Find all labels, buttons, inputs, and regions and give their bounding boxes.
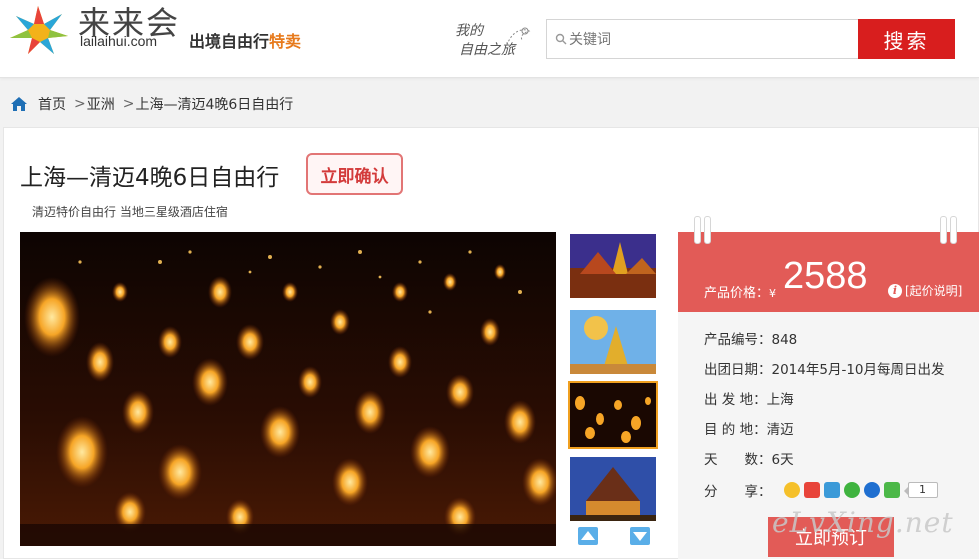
breadcrumb-current: 上海—清迈4晚6日自由行 xyxy=(135,97,294,113)
search-box xyxy=(546,19,859,59)
tagline: 我的 自由之旅 xyxy=(455,22,535,64)
slogan-main: 出境自由行 xyxy=(189,32,270,51)
detail-label: 天 数： xyxy=(704,452,772,468)
thumbnail-down-arrow-icon[interactable] xyxy=(630,527,650,545)
product-subtitle: 清迈特价自由行 当地三星级酒店住宿 xyxy=(32,205,228,219)
detail-value: 上海 xyxy=(766,392,794,408)
price-value: 2588 xyxy=(783,255,868,297)
product-panel: 上海—清迈4晚6日自由行 立即确认 清迈特价自由行 当地三星级酒店住宿 产品价格… xyxy=(3,127,979,559)
detail-departure-dates: 出团日期：2014年5月-10月每周日出发 xyxy=(704,358,945,378)
binder-clip-icon xyxy=(950,216,957,244)
price-explanation-label[interactable]: [起价说明] xyxy=(905,282,962,299)
qzone-icon[interactable] xyxy=(783,482,800,498)
breadcrumb-separator: > xyxy=(122,96,135,112)
detail-label: 产品编号： xyxy=(704,332,772,348)
price-explanation-link[interactable]: i [起价说明] xyxy=(888,282,962,299)
more-share-icon[interactable] xyxy=(883,482,900,498)
detail-value: 848 xyxy=(771,332,798,348)
weibo-icon[interactable] xyxy=(803,482,820,498)
price-label-text: 产品价格： xyxy=(704,286,770,301)
share-count: 1 xyxy=(903,482,938,498)
share-label: 分 享： xyxy=(704,484,772,500)
binder-clip-icon xyxy=(704,216,711,244)
wechat-icon[interactable] xyxy=(843,482,860,498)
thumbnail-1[interactable] xyxy=(568,232,658,300)
breadcrumb: 首页 > 亚洲 > 上海—清迈4晚6日自由行 xyxy=(10,94,293,114)
thumbnail-3-active[interactable] xyxy=(568,381,658,449)
share-row: 分 享： 1 xyxy=(704,480,938,500)
main-product-image[interactable] xyxy=(20,232,556,546)
search-input[interactable] xyxy=(569,28,849,52)
search-button[interactable]: 搜索 xyxy=(858,19,955,59)
share-icons: 1 xyxy=(783,482,938,498)
price-label: 产品价格：¥ xyxy=(704,282,776,301)
detail-destination: 目 的 地：清迈 xyxy=(704,418,794,438)
binder-clip-icon xyxy=(940,216,947,244)
detail-label: 目 的 地： xyxy=(704,422,767,438)
binder-clip-icon xyxy=(694,216,701,244)
home-icon[interactable] xyxy=(10,96,28,112)
search-icon xyxy=(555,33,567,45)
breadcrumb-region[interactable]: 亚洲 xyxy=(87,94,115,114)
logo-domain[interactable]: lailaihui.com xyxy=(80,33,157,49)
slogan-hot: 特卖 xyxy=(269,32,302,51)
detail-value: 2014年5月-10月每周日出发 xyxy=(771,362,945,378)
info-icon: i xyxy=(888,283,902,298)
breadcrumb-separator: > xyxy=(74,96,86,112)
logo-slogan: 出境自由行特卖 xyxy=(189,28,301,52)
logo-star-icon[interactable] xyxy=(6,4,70,56)
tencent-weibo-icon[interactable] xyxy=(823,482,840,498)
breadcrumb-home[interactable]: 首页 xyxy=(38,94,66,114)
detail-label: 出 发 地： xyxy=(704,392,767,408)
detail-days: 天 数：6天 xyxy=(704,448,794,468)
price-currency: ¥ xyxy=(769,287,777,300)
thumbnail-4[interactable] xyxy=(568,455,658,523)
detail-product-id: 产品编号：848 xyxy=(704,328,797,348)
price-box: 产品价格：¥ 2588 i [起价说明] xyxy=(678,216,979,312)
tagline-swirl-icon xyxy=(506,27,531,46)
watermark: eLvXing.net xyxy=(772,506,954,539)
detail-value: 清迈 xyxy=(766,422,794,438)
detail-value: 6天 xyxy=(771,452,794,468)
site-header: 来来会 lailaihui.com 出境自由行特卖 我的 自由之旅 搜索 xyxy=(0,0,979,78)
thumbnail-up-arrow-icon[interactable] xyxy=(578,527,598,545)
detail-label: 出团日期： xyxy=(704,362,772,378)
renren-icon[interactable] xyxy=(863,482,880,498)
detail-origin: 出 发 地：上海 xyxy=(704,388,794,408)
product-title: 上海—清迈4晚6日自由行 xyxy=(20,165,280,191)
instant-confirm-badge[interactable]: 立即确认 xyxy=(306,153,403,195)
thumbnail-2[interactable] xyxy=(568,308,658,376)
